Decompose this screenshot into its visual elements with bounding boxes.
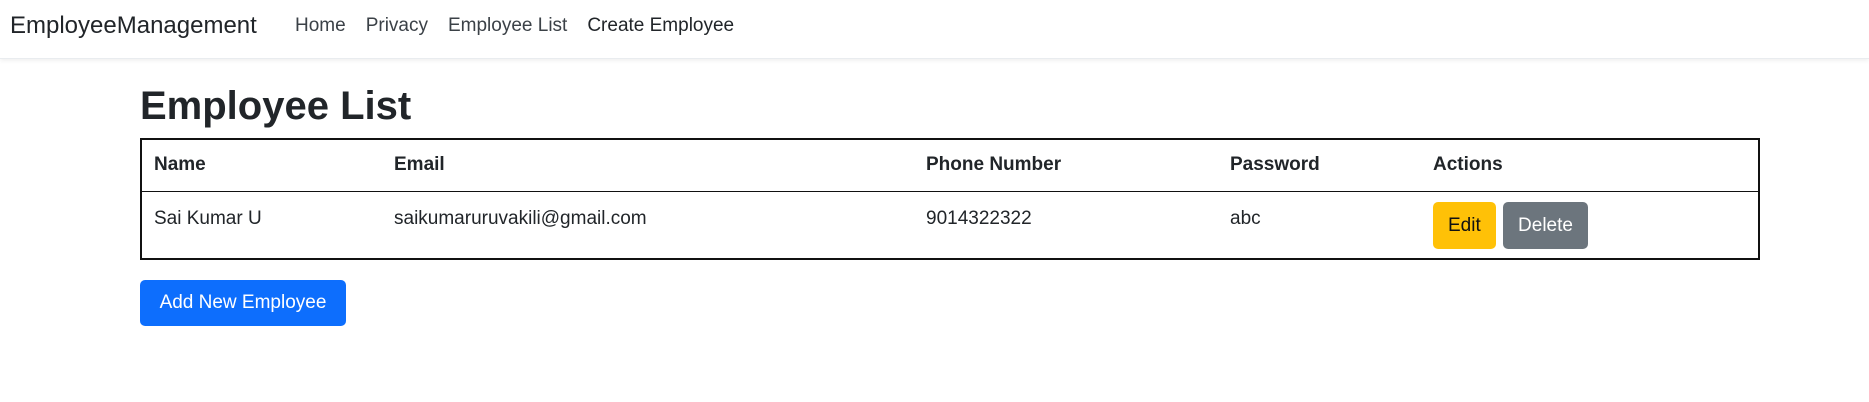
cell-phone: 9014322322 bbox=[926, 207, 1032, 229]
edit-button[interactable]: Edit bbox=[1433, 201, 1496, 249]
nav-links: Home Privacy Employee List Create Employ… bbox=[295, 12, 754, 39]
nav-home-link[interactable]: Home bbox=[295, 12, 346, 39]
employee-table: Name Email Phone Number Password Actions… bbox=[142, 140, 1758, 258]
cell-password: abc bbox=[1230, 207, 1261, 229]
header-password: Password bbox=[1218, 140, 1421, 192]
header-name: Name bbox=[142, 140, 382, 192]
delete-button[interactable]: Delete bbox=[1503, 201, 1588, 249]
page-title: Employee List bbox=[140, 84, 412, 128]
nav-privacy-link[interactable]: Privacy bbox=[366, 12, 428, 39]
employee-table-container: Name Email Phone Number Password Actions… bbox=[140, 138, 1760, 260]
header-phone: Phone Number bbox=[914, 140, 1218, 192]
table-row: Sai Kumar U saikumaruruvakili@gmail.com … bbox=[142, 191, 1758, 258]
add-new-employee-button[interactable]: Add New Employee bbox=[140, 280, 346, 326]
cell-email: saikumaruruvakili@gmail.com bbox=[394, 207, 647, 229]
nav-employee-list-link[interactable]: Employee List bbox=[448, 12, 567, 39]
header-actions: Actions bbox=[1421, 140, 1758, 192]
nav-create-employee-link[interactable]: Create Employee bbox=[587, 12, 734, 39]
header-email: Email bbox=[382, 140, 914, 192]
cell-name: Sai Kumar U bbox=[154, 207, 262, 229]
top-navbar: EmployeeManagement Home Privacy Employee… bbox=[0, 0, 1869, 59]
brand-link[interactable]: EmployeeManagement bbox=[10, 10, 257, 42]
cell-actions: Edit Delete bbox=[1421, 191, 1758, 258]
table-header-row: Name Email Phone Number Password Actions bbox=[142, 140, 1758, 192]
